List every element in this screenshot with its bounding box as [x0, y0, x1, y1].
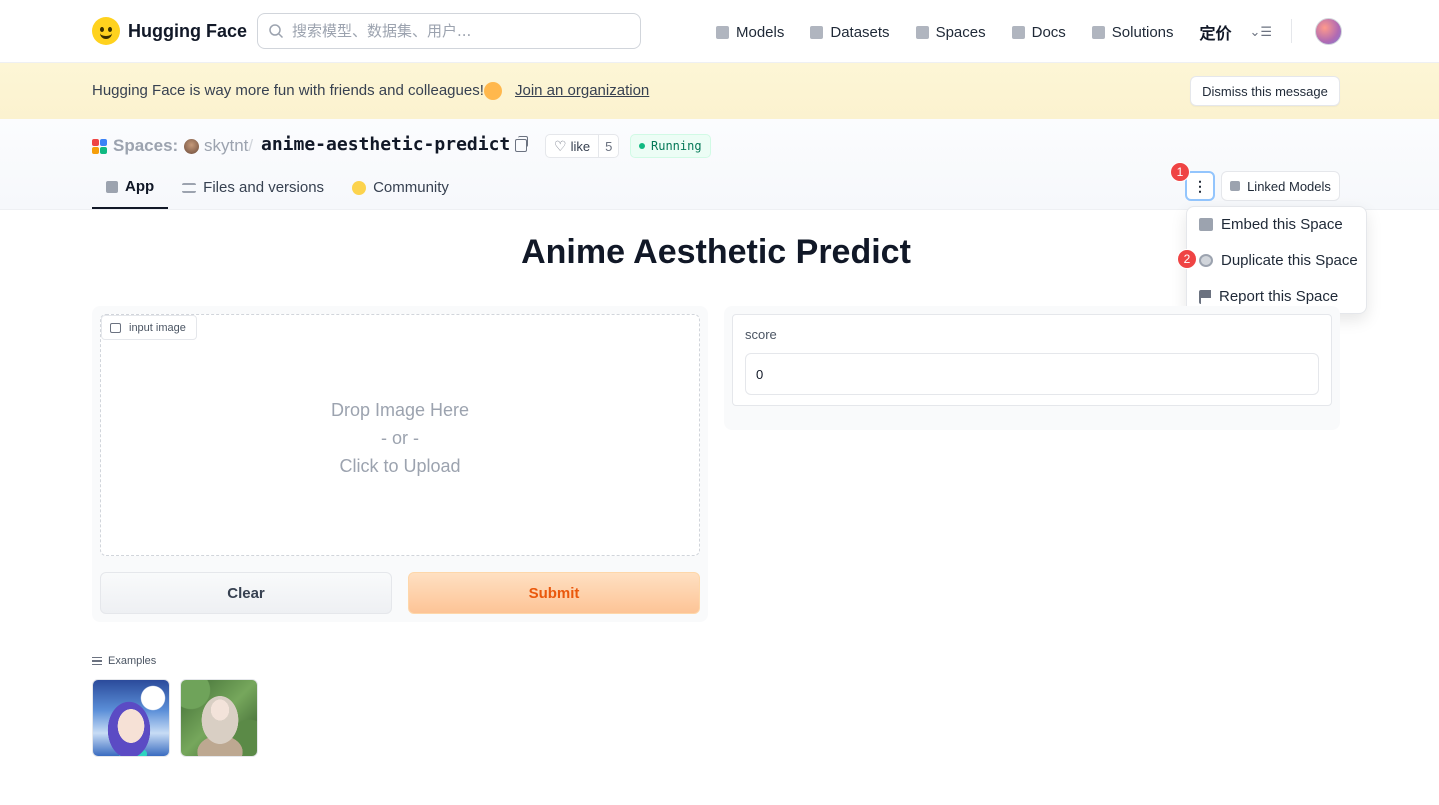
solutions-icon — [1091, 25, 1105, 39]
search-box[interactable] — [257, 13, 641, 49]
examples-header: Examples — [92, 655, 156, 667]
like-button[interactable]: ♡ like 5 — [545, 134, 620, 158]
banner-message: Hugging Face is way more fun with friend… — [92, 82, 484, 99]
image-icon — [110, 322, 121, 333]
list-icon — [92, 657, 102, 665]
owner-link[interactable]: skytnt/ — [204, 136, 253, 156]
app-icon — [106, 180, 118, 193]
datasets-icon — [810, 25, 824, 39]
tab-files-label: Files and versions — [203, 179, 325, 196]
clear-button[interactable]: Clear — [100, 572, 392, 614]
dismiss-message-button[interactable]: Dismiss this message — [1190, 76, 1340, 106]
copy-icon[interactable] — [515, 136, 528, 152]
flag-icon — [1199, 289, 1211, 304]
report-space-label: Report this Space — [1219, 288, 1339, 305]
user-avatar[interactable] — [1315, 18, 1342, 45]
main-nav: Models Datasets Spaces Docs Solutions 定价… — [716, 20, 1272, 44]
logo-text: Hugging Face — [128, 20, 248, 41]
nav-spaces[interactable]: Spaces — [915, 23, 986, 41]
tab-app[interactable]: App — [92, 166, 169, 209]
search-icon — [269, 24, 284, 39]
score-output-field[interactable] — [745, 353, 1319, 395]
nav-datasets[interactable]: Datasets — [810, 23, 890, 41]
tab-community-label: Community — [373, 179, 449, 196]
drop-image-here-text: Drop Image Here — [330, 400, 470, 420]
status-badge: Running — [630, 134, 711, 158]
tab-community[interactable]: Community — [338, 166, 463, 209]
more-menu-icon[interactable]: ⌄☰ — [1250, 24, 1273, 40]
submit-button[interactable]: Submit — [408, 572, 700, 614]
report-space-item[interactable]: Report this Space — [1199, 288, 1338, 305]
nav-pricing[interactable]: 定价 — [1200, 20, 1232, 44]
top-navbar: Hugging Face Models Datasets Spaces Docs… — [0, 0, 1439, 63]
like-label: like — [570, 138, 591, 154]
owner-avatar — [184, 139, 199, 154]
models-icon — [716, 25, 729, 39]
click-to-upload-text: Click to Upload — [339, 456, 461, 476]
linked-models-label: Linked Models — [1247, 178, 1331, 194]
path-separator: / — [248, 136, 254, 155]
tab-app-label: App — [125, 178, 155, 195]
heart-icon: ♡ — [554, 137, 567, 154]
app-title: Anime Aesthetic Predict — [521, 233, 911, 271]
example-thumbnail-2[interactable] — [180, 679, 258, 757]
linked-models-button[interactable]: Linked Models — [1221, 171, 1340, 201]
search-input[interactable] — [292, 22, 622, 40]
kebab-icon: ⋮ — [1193, 177, 1207, 194]
cube-icon — [1230, 181, 1241, 191]
spaces-logo-icon — [92, 138, 107, 154]
hugging-emoji-icon — [484, 82, 502, 100]
nav-spaces-label: Spaces — [935, 23, 986, 41]
more-options-button[interactable]: ⋮ — [1185, 171, 1215, 201]
tab-files[interactable]: Files and versions — [168, 166, 338, 209]
nav-docs[interactable]: Docs — [1011, 23, 1066, 41]
embed-space-label: Embed this Space — [1221, 216, 1343, 233]
nav-divider — [1291, 19, 1292, 43]
spaces-breadcrumb[interactable]: Spaces: — [92, 136, 178, 156]
embed-icon — [1199, 218, 1213, 231]
input-image-label: input image — [101, 315, 197, 340]
spaces-label: Spaces: — [113, 136, 179, 155]
annotation-badge-1: 1 — [1170, 162, 1190, 182]
hugging-face-logo[interactable]: Hugging Face — [92, 17, 247, 45]
score-label: score — [745, 327, 777, 342]
like-count: 5 — [598, 135, 618, 157]
spaces-icon — [915, 25, 929, 39]
files-icon — [182, 182, 197, 193]
docs-icon — [1011, 25, 1025, 39]
repo-name[interactable]: anime-aesthetic-predict — [261, 134, 510, 155]
nav-models[interactable]: Models — [716, 24, 784, 41]
status-text: Running — [651, 139, 702, 153]
community-icon — [352, 180, 367, 195]
hugging-face-emoji-icon — [92, 17, 120, 45]
example-thumbnail-1[interactable] — [92, 679, 170, 757]
nav-solutions-label: Solutions — [1111, 23, 1174, 41]
join-organization-link[interactable]: Join an organization — [515, 82, 649, 99]
embed-space-item[interactable]: Embed this Space — [1199, 216, 1343, 233]
drop-instructions: Drop Image Here - or - Click to Upload — [100, 396, 700, 480]
status-dot-icon — [639, 143, 645, 149]
or-divider-text: - or - — [381, 428, 419, 448]
nav-datasets-label: Datasets — [830, 23, 890, 41]
owner-name: skytnt — [204, 136, 249, 155]
space-tabs: App Files and versions Community — [92, 166, 463, 210]
nav-models-label: Models — [736, 23, 785, 41]
nav-docs-label: Docs — [1031, 23, 1066, 41]
examples-label: Examples — [108, 655, 157, 667]
input-image-label-text: input image — [129, 321, 186, 334]
nav-solutions[interactable]: Solutions — [1091, 23, 1174, 41]
